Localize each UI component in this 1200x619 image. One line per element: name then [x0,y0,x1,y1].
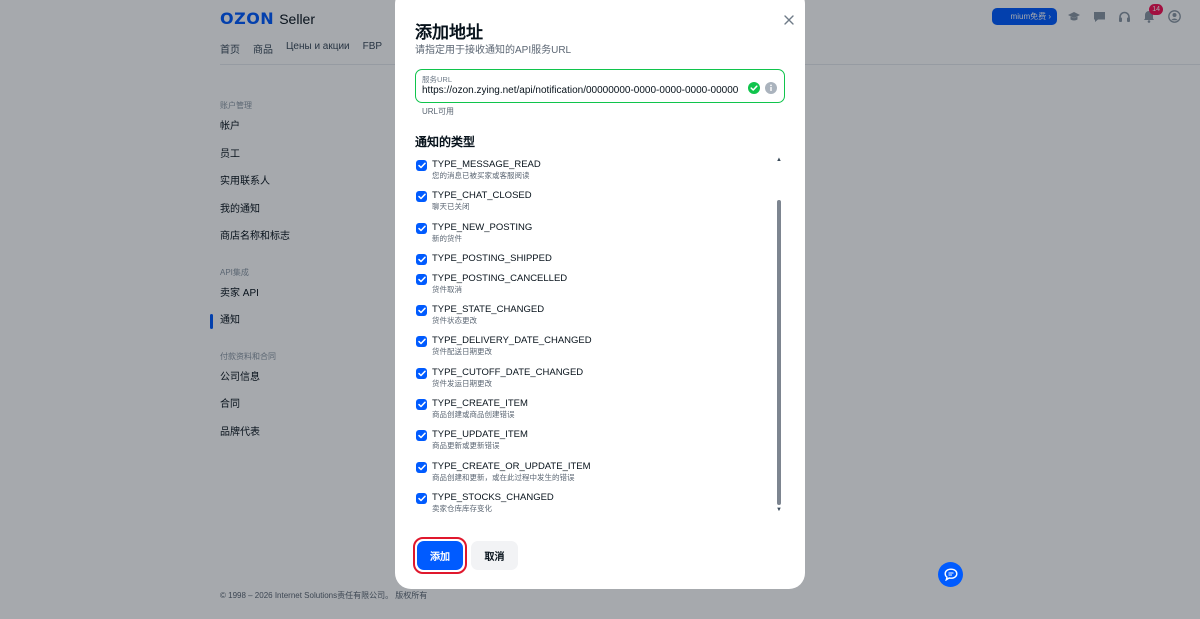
service-url-label: 服务URL [422,75,453,84]
notification-type-item[interactable]: TYPE_DELIVERY_DATE_CHANGED 货件配送日期更改 [415,331,765,362]
add-button-focus-ring: 添加 [413,537,467,574]
notification-type-name: TYPE_POSTING_SHIPPED [432,252,552,264]
chat-bubble-icon [943,568,958,581]
notification-type-description: 新的货件 [432,233,462,243]
notification-type-name: TYPE_CHAT_CLOSED [432,190,532,202]
notification-type-item[interactable]: TYPE_CREATE_ITEM 商品创建或商品创建错误 [415,394,765,425]
notification-type-name: TYPE_STATE_CHANGED [432,304,545,316]
notification-type-item[interactable]: TYPE_CUTOFF_DATE_CHANGED 货件发运日期更改 [415,363,765,394]
notification-type-name: TYPE_UPDATE_ITEM [432,429,528,441]
checkbox-checked-icon[interactable] [416,492,427,504]
checkbox-checked-icon[interactable] [416,399,427,411]
scrollbar-thumb[interactable] [777,200,781,505]
notification-type-name: TYPE_NEW_POSTING [432,221,533,233]
checkbox-checked-icon[interactable] [416,222,427,234]
notification-type-description: 货件状态更改 [432,316,477,326]
notification-type-description: 货件发运日期更改 [432,378,492,388]
notification-type-description: 您的消息已被买家或客服阅读 [432,171,530,180]
service-url-field[interactable]: 服务URL https://ozon.zying.net/api/notific… [415,69,785,103]
notification-type-name: TYPE_POSTING_CANCELLED [432,272,568,284]
checkbox-checked-icon[interactable] [416,336,427,348]
notification-type-description: 商品创建或商品创建错误 [432,410,515,420]
modal-title: 添加地址 [415,23,483,42]
info-icon[interactable] [765,81,777,94]
add-address-modal: 添加地址 请指定用于接收通知的API服务URL 服务URL https://oz… [395,0,805,589]
checkbox-checked-icon[interactable] [416,253,427,265]
notification-types-list: TYPE_MESSAGE_READ 您的消息已被买家或客服阅读 TYPE_CHAT_… [415,155,765,519]
notification-type-name: TYPE_CREATE_ITEM [432,398,528,410]
checkbox-checked-icon[interactable] [416,430,427,442]
notification-type-item[interactable]: TYPE_CHAT_CLOSED 聊天已关闭 [415,186,765,217]
notification-type-item[interactable]: TYPE_POSTING_SHIPPED [415,249,765,269]
scroll-down-arrow-icon[interactable]: ▼ [776,507,782,513]
add-button[interactable]: 添加 [417,541,463,570]
checkbox-checked-icon[interactable] [416,367,427,379]
notification-types-list-container: TYPE_MESSAGE_READ 您的消息已被买家或客服阅读 TYPE_CHAT_… [415,155,787,517]
checkbox-checked-icon[interactable] [416,273,427,285]
notification-type-name: TYPE_CREATE_OR_UPDATE_ITEM [432,460,591,472]
modal-subtitle: 请指定用于接收通知的API服务URL [415,45,572,56]
url-status-hint: URL可用 [422,107,455,116]
notification-types-title: 通知的类型 [415,135,476,149]
notification-type-item[interactable]: TYPE_STOCKS_CHANGED 卖家仓库库存变化 [415,488,765,519]
notification-type-description: 卖家仓库库存变化 [432,503,492,513]
notification-type-item[interactable]: TYPE_STATE_CHANGED 货件状态更改 [415,300,765,331]
notification-type-item[interactable]: TYPE_POSTING_CANCELLED 货件取消 [415,269,765,300]
service-url-input[interactable]: https://ozon.zying.net/api/notification/… [422,84,738,97]
notification-type-item[interactable]: TYPE_CREATE_OR_UPDATE_ITEM 商品创建和更新，或在此过程中… [415,457,765,488]
notification-type-description: 商品更新或更新错误 [432,441,500,451]
check-circle-icon [748,81,760,94]
notification-type-name: TYPE_CUTOFF_DATE_CHANGED [432,366,584,378]
close-icon[interactable] [784,12,794,25]
cancel-button[interactable]: 取消 [471,541,518,570]
notification-type-description: 货件取消 [432,284,462,294]
notification-type-item[interactable]: TYPE_UPDATE_ITEM 商品更新或更新错误 [415,425,765,456]
notification-type-item[interactable]: TYPE_NEW_POSTING 新的货件 [415,218,765,249]
notification-type-description: 聊天已关闭 [432,202,470,212]
list-scrollbar[interactable]: ▲ ▼ [775,155,783,517]
checkbox-checked-icon[interactable] [416,461,427,473]
notification-type-name: TYPE_DELIVERY_DATE_CHANGED [432,335,592,347]
checkbox-checked-icon[interactable] [416,305,427,317]
notification-type-description: 商品创建和更新，或在此过程中发生的错误 [432,472,575,482]
support-chat-button[interactable] [938,562,963,587]
notification-type-description: 货件配送日期更改 [432,347,492,357]
notification-type-name: TYPE_MESSAGE_READ [432,159,541,170]
scroll-up-arrow-icon[interactable]: ▲ [776,157,782,163]
notification-type-name: TYPE_STOCKS_CHANGED [432,491,554,503]
notification-type-item[interactable]: TYPE_MESSAGE_READ 您的消息已被买家或客服阅读 [415,155,765,186]
checkbox-checked-icon[interactable] [416,191,427,203]
checkbox-checked-icon[interactable] [416,160,427,171]
